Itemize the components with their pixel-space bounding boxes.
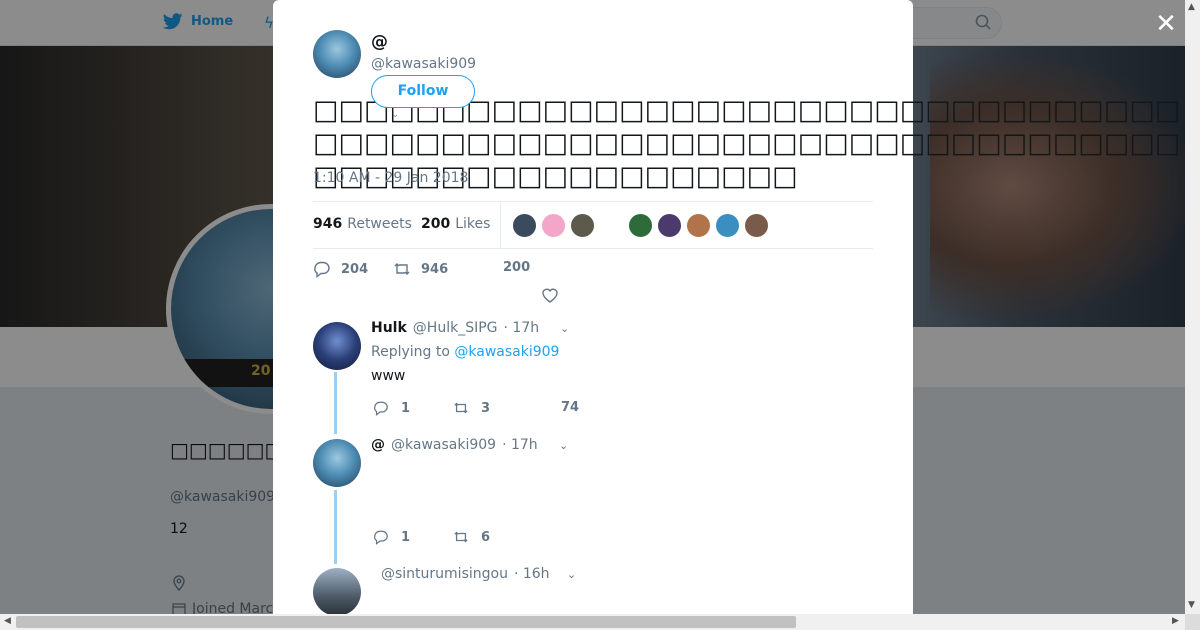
- retweet-icon: [454, 531, 468, 543]
- reply-header: Hulk @Hulk_SIPG · 17h: [371, 320, 539, 336]
- reply-actions: 1 3 74: [371, 400, 871, 420]
- liker-avatar[interactable]: [512, 213, 537, 238]
- retweets-stat[interactable]: 946 Retweets: [313, 216, 412, 232]
- reply-time[interactable]: · 16h: [514, 566, 550, 582]
- reply-time[interactable]: · 17h: [502, 437, 538, 453]
- liker-avatar[interactable]: [657, 213, 682, 238]
- replying-prefix: Replying to: [371, 344, 450, 360]
- chevron-down-icon[interactable]: ⌄: [560, 322, 574, 335]
- retweet-icon: [394, 263, 410, 275]
- like-count: 200: [503, 260, 531, 275]
- reply-action[interactable]: 1: [373, 529, 410, 545]
- chevron-down-icon[interactable]: ⌄: [391, 109, 399, 120]
- follow-button[interactable]: Follow: [371, 75, 475, 108]
- retweet-action[interactable]: 6: [453, 529, 490, 545]
- retweet-count: 946: [421, 261, 449, 277]
- liker-avatar[interactable]: [715, 213, 740, 238]
- reply-icon: [374, 401, 388, 416]
- reply-actions: 1 6: [371, 529, 871, 549]
- author-name[interactable]: @: [371, 32, 388, 52]
- reply-icon: [374, 530, 388, 545]
- liker-avatar[interactable]: [570, 213, 595, 238]
- reply-author-handle[interactable]: @Hulk_SIPG: [413, 320, 498, 336]
- author-handle[interactable]: @kawasaki909: [371, 56, 476, 72]
- reply-action[interactable]: 1: [373, 400, 410, 416]
- reply-header: @ @kawasaki909 · 17h: [371, 437, 538, 453]
- chevron-down-icon[interactable]: ⌄: [559, 439, 573, 452]
- reply-avatar[interactable]: [313, 568, 361, 616]
- like-action[interactable]: 200: [503, 260, 530, 275]
- reply-tweet[interactable]: @ @kawasaki909 · 17h ⌄ 1 6: [313, 437, 873, 559]
- like-action[interactable]: 74: [561, 400, 579, 415]
- replying-to: Replying to @kawasaki909: [371, 344, 559, 360]
- replying-to-link[interactable]: @kawasaki909: [454, 344, 559, 360]
- reply-author-name[interactable]: @: [371, 437, 385, 453]
- scroll-down-arrow-icon[interactable]: ▼: [1188, 600, 1195, 610]
- tweet-stats: 946 Retweets 200 Likes: [313, 201, 873, 249]
- reply-retweet-count: 6: [481, 529, 491, 545]
- retweet-action[interactable]: 3: [453, 400, 490, 416]
- reply-count: 204: [341, 261, 369, 277]
- close-icon[interactable]: ✕: [1154, 11, 1178, 37]
- reply-tweet[interactable]: Hulk @Hulk_SIPG · 17h ⌄ Replying to @kaw…: [313, 320, 873, 430]
- reply-reply-count: 1: [401, 529, 411, 545]
- reply-like-count: 74: [561, 400, 580, 415]
- scrollbar-corner: [1185, 614, 1200, 630]
- likes-label: Likes: [455, 216, 491, 232]
- liker-avatar[interactable]: [628, 213, 653, 238]
- tweet-modal: @ @kawasaki909 □□□□□□□□□□□□□□□□□□□□□□□□□…: [273, 0, 1180, 616]
- likes-count: 200: [421, 216, 451, 232]
- reply-author-handle[interactable]: @sinturumisingou: [381, 566, 508, 582]
- scroll-right-arrow-icon[interactable]: ▶: [1172, 616, 1179, 626]
- liker-avatar[interactable]: [541, 213, 566, 238]
- vertical-scrollbar[interactable]: ▲ ▼: [1185, 0, 1200, 614]
- scroll-left-arrow-icon[interactable]: ◀: [4, 616, 11, 626]
- chevron-down-icon[interactable]: ⌄: [567, 568, 581, 581]
- heart-icon[interactable]: [541, 286, 559, 304]
- liker-avatar[interactable]: [686, 213, 711, 238]
- liker-avatar[interactable]: [744, 213, 769, 238]
- reply-reply-count: 1: [401, 400, 411, 416]
- horizontal-scroll-thumb[interactable]: [16, 616, 796, 628]
- retweet-action[interactable]: 946: [393, 260, 448, 278]
- tweet-actions: 204 946 200: [313, 260, 873, 304]
- reply-tweet[interactable]: @sinturumisingou · 16h ⌄: [313, 566, 873, 616]
- reply-action[interactable]: 204: [313, 260, 368, 278]
- reply-author-name[interactable]: Hulk: [371, 320, 407, 336]
- liker-avatars: [512, 213, 782, 239]
- scroll-up-arrow-icon[interactable]: ▲: [1188, 2, 1195, 12]
- author-avatar[interactable]: [313, 30, 361, 78]
- reply-author-handle[interactable]: @kawasaki909: [391, 437, 496, 453]
- horizontal-scrollbar[interactable]: ◀ ▶: [0, 614, 1200, 630]
- retweets-label: Retweets: [347, 216, 412, 232]
- tweet-timestamp[interactable]: 1:10 AM - 29 Jan 2018: [313, 170, 468, 186]
- stats-divider: [500, 202, 501, 248]
- reply-icon: [314, 261, 330, 278]
- reply-retweet-count: 3: [481, 400, 491, 416]
- reply-time[interactable]: · 17h: [504, 320, 540, 336]
- reply-avatar[interactable]: [313, 439, 361, 487]
- reply-avatar[interactable]: [313, 322, 361, 370]
- retweets-count: 946: [313, 216, 343, 232]
- retweet-icon: [454, 402, 468, 414]
- reply-header: @sinturumisingou · 16h: [375, 566, 550, 582]
- reply-text: www: [371, 368, 406, 384]
- likes-stat[interactable]: 200 Likes: [421, 216, 490, 232]
